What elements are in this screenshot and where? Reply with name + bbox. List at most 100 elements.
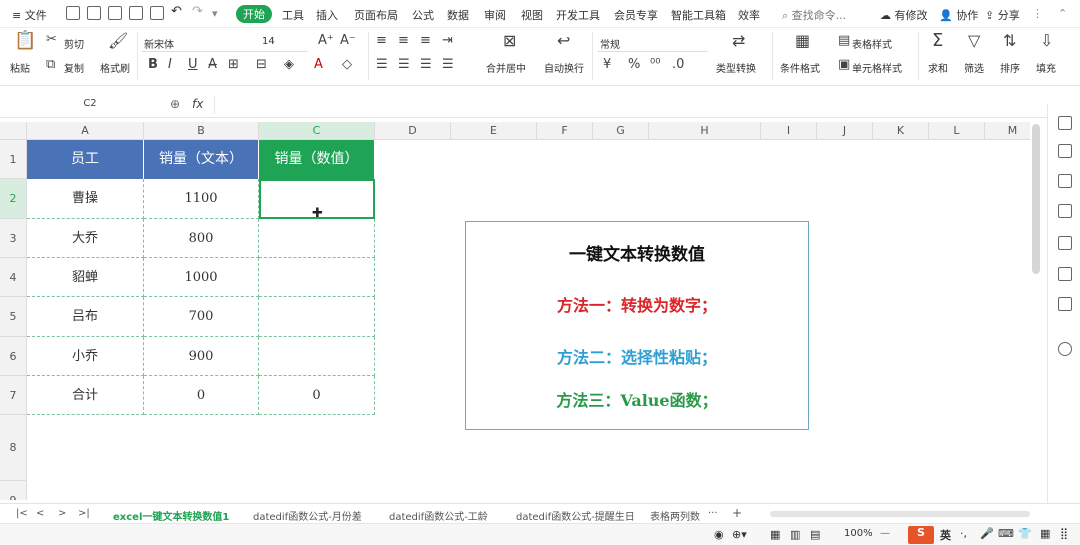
wrap-icon[interactable]: ↩ (557, 33, 570, 49)
thousands-icon[interactable]: ⁰⁰ (650, 58, 660, 72)
row-header-7[interactable]: 7 (0, 376, 27, 415)
header-cell-sales-number[interactable]: 销量（数值） (259, 140, 375, 179)
fill-color-icon[interactable]: ◈ (284, 58, 294, 72)
column-header-c[interactable]: C (259, 122, 375, 140)
align-middle-icon[interactable]: ≡ (398, 34, 409, 48)
percent-button[interactable]: % (628, 58, 640, 72)
rocket-icon[interactable] (1058, 116, 1072, 130)
row-header-1[interactable]: 1 (0, 140, 27, 179)
print-preview-icon[interactable] (129, 6, 143, 20)
indent-icon[interactable]: ⇥ (442, 34, 453, 48)
eye-icon[interactable]: ◉ (714, 528, 724, 541)
copy-icon[interactable]: ⧉ (46, 58, 55, 72)
column-header-k[interactable]: K (873, 122, 929, 140)
language-icon[interactable]: ⊕▾ (732, 528, 747, 541)
menu-review[interactable]: 审阅 (484, 7, 506, 23)
row-header-9[interactable]: 9 (0, 481, 27, 500)
cell-style-icon[interactable]: ▣ (838, 58, 850, 72)
menu-insert[interactable]: 插入 (316, 7, 338, 23)
microphone-icon[interactable]: 🎤 (980, 527, 994, 540)
skin-icon[interactable]: 👕 (1018, 527, 1032, 540)
sort-button[interactable]: 排序 (1000, 60, 1020, 75)
table-cell[interactable]: 900 (144, 337, 259, 376)
font-shrink-icon[interactable]: A⁻ (340, 34, 356, 48)
help-icon[interactable] (1058, 342, 1072, 356)
ime-logo-icon[interactable]: S (908, 526, 934, 544)
table-cell[interactable]: 大乔 (27, 219, 144, 258)
settings-sliders-icon[interactable] (1058, 174, 1072, 188)
menu-smart-toolbox[interactable]: 智能工具箱 (671, 7, 726, 23)
sheet-tab-active[interactable]: excel一键文本转换数值1 (113, 508, 229, 523)
menu-member[interactable]: 会员专享 (614, 7, 658, 23)
table-cell[interactable]: 1100 (144, 179, 259, 219)
table-cell[interactable] (259, 258, 375, 297)
first-sheet-icon[interactable]: |< (16, 508, 28, 519)
select-all-corner[interactable] (0, 122, 27, 140)
justify-icon[interactable]: ☰ (442, 58, 454, 72)
underline-button[interactable]: U (188, 58, 198, 72)
table-cell[interactable] (259, 337, 375, 376)
sum-button[interactable]: 求和 (928, 60, 948, 75)
align-left-icon[interactable]: ☰ (376, 58, 388, 72)
column-header-j[interactable]: J (817, 122, 873, 140)
strikethrough-icon[interactable]: A̶ (208, 58, 217, 72)
filter-button[interactable]: 筛选 (964, 60, 984, 75)
conditional-format-icon[interactable]: ▦ (795, 33, 810, 49)
menu-formula[interactable]: 公式 (412, 7, 434, 23)
font-name-select[interactable]: 新宋体 14 (142, 34, 308, 52)
find-icon[interactable] (150, 6, 164, 20)
table-style-icon[interactable]: ▤ (838, 34, 850, 48)
menu-data[interactable]: 数据 (447, 7, 469, 23)
table-cell[interactable]: 1000 (144, 258, 259, 297)
filter-icon[interactable]: ▽ (968, 33, 980, 49)
row-header-2[interactable]: 2 (0, 179, 27, 219)
more-icon[interactable]: ⋮ (1032, 7, 1043, 20)
currency-button[interactable]: ¥ (603, 58, 611, 72)
punctuation-icon[interactable]: ·, (960, 527, 967, 540)
collapse-icon[interactable]: ⌃ (1058, 7, 1067, 20)
menu-developer[interactable]: 开发工具 (556, 7, 600, 23)
next-sheet-icon[interactable]: > (58, 508, 66, 519)
collab-button[interactable]: 👤 协作 (939, 7, 978, 23)
format-painter-icon[interactable]: 🖌 (108, 33, 128, 49)
page-break-view-icon[interactable]: ▤ (810, 528, 820, 541)
horizontal-scrollbar[interactable] (770, 511, 1030, 517)
share-button[interactable]: ⇪ 分享 (985, 7, 1020, 23)
font-grow-icon[interactable]: A⁺ (318, 34, 334, 48)
type-convert-icon[interactable]: ⇄ (732, 33, 745, 49)
table-cell[interactable]: 曹操 (27, 179, 144, 219)
column-header-g[interactable]: G (593, 122, 649, 140)
column-header-i[interactable]: I (761, 122, 817, 140)
row-header-3[interactable]: 3 (0, 219, 27, 258)
table-cell[interactable]: 800 (144, 219, 259, 258)
sum-icon[interactable]: Σ (932, 32, 943, 50)
merge-icon[interactable]: ⊠ (503, 33, 516, 49)
border-style-icon[interactable]: ⊟ (256, 58, 267, 72)
keyboard-icon[interactable]: ⌨ (998, 527, 1014, 540)
page-layout-view-icon[interactable]: ▥ (790, 528, 800, 541)
more-sheets-button[interactable]: ··· (708, 508, 718, 519)
column-header-a[interactable]: A (27, 122, 144, 140)
italic-button[interactable]: I (168, 58, 172, 72)
fill-button[interactable]: 填充 (1036, 60, 1056, 75)
last-sheet-icon[interactable]: >| (78, 508, 90, 519)
file-menu[interactable]: ≡ 文件 (12, 7, 47, 23)
copy-button[interactable]: 复制 (64, 60, 84, 75)
zoom-level[interactable]: 100% (844, 528, 873, 539)
sheet-tab[interactable]: 表格两列数 (650, 508, 700, 523)
bold-button[interactable]: B (148, 58, 158, 72)
align-bottom-icon[interactable]: ≡ (420, 34, 431, 48)
normal-view-icon[interactable]: ▦ (770, 528, 780, 541)
table-cell[interactable]: 合计 (27, 376, 144, 415)
menu-view[interactable]: 视图 (521, 7, 543, 23)
fill-icon[interactable]: ⇩ (1040, 33, 1053, 49)
undo-icon[interactable]: ↶ (171, 4, 182, 19)
sheet-tab[interactable]: datedif函数公式-提醒生日 (516, 508, 635, 523)
modified-indicator[interactable]: ☁ 有修改 (880, 7, 928, 23)
zoom-formula-icon[interactable]: ⊕ (170, 97, 180, 111)
table-cell[interactable]: 700 (144, 297, 259, 337)
row-header-6[interactable]: 6 (0, 337, 27, 376)
cell-style-button[interactable]: 单元格样式 (852, 60, 902, 75)
menu-tools[interactable]: 工具 (282, 7, 304, 23)
cut-icon[interactable]: ✂ (46, 33, 57, 47)
